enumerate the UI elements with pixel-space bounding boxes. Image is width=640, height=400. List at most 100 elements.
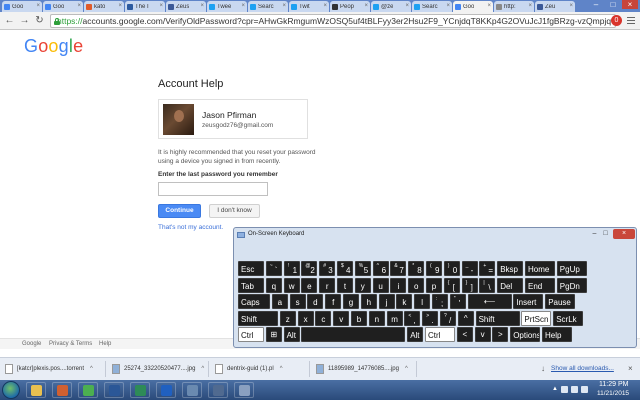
tab-close-icon[interactable]: × [200,3,204,9]
footer-link-privacy-terms[interactable]: Privacy & Terms [49,341,92,347]
tab-close-icon[interactable]: × [241,3,245,9]
osk-close-button[interactable]: × [613,229,635,239]
osk-key[interactable]: y [354,277,371,293]
continue-button[interactable]: Continue [158,204,201,218]
tab-close-icon[interactable]: × [528,3,532,9]
browser-tab[interactable]: Twit × [289,1,329,12]
explorer-icon[interactable] [26,382,46,398]
osk-key[interactable]: * 8 [408,261,425,276]
osk-key[interactable]: ? / [440,310,456,326]
osk-key[interactable]: >. [422,310,439,326]
osk-key[interactable]: End [525,277,555,293]
network-icon[interactable] [182,382,202,398]
osk-key[interactable]: ) 0 [443,261,460,276]
osk-key[interactable]: (9 [426,261,442,276]
reload-icon[interactable]: ↻ [34,15,45,26]
outlook-icon[interactable] [156,382,176,398]
browser-tab[interactable]: @ze × [371,1,411,12]
osk-key[interactable]: PgUp [556,261,587,276]
osk-key[interactable]: i [390,277,407,293]
osk-key[interactable]: b [351,310,367,326]
tab-close-icon[interactable]: × [487,3,491,9]
download-item[interactable]: [katcr]plexis.pos....torrent ^ [2,361,106,377]
osk-key[interactable]: v [333,310,350,326]
osk-key[interactable]: g [343,294,359,309]
osk-key[interactable]: t [337,277,353,293]
browser-tab[interactable]: kato × [84,1,124,12]
browser-tab[interactable]: Goo × [453,1,493,12]
tab-close-icon[interactable]: × [282,3,286,9]
computer-icon[interactable] [208,382,228,398]
osk-key[interactable]: $4 [337,261,353,276]
flag-icon[interactable] [561,386,568,393]
osk-key[interactable]: ⊞ [265,327,282,342]
osk-key[interactable]: > [492,327,509,342]
tab-close-icon[interactable]: × [159,3,163,9]
osk-key[interactable]: e [301,277,318,293]
tab-close-icon[interactable]: × [323,3,327,9]
address-bar[interactable]: https:// accounts.google.com/VerifyOldPa… [50,14,616,28]
osk-key[interactable]: f [325,294,342,309]
osk-key[interactable]: h [360,294,377,309]
forward-arrow-icon[interactable]: → [19,15,30,26]
password-input[interactable] [158,182,268,196]
close-icon[interactable]: × [628,364,633,373]
tray-expand-icon[interactable]: ▲ [552,386,558,392]
download-item[interactable]: 11895989_14776085....jpg ^ [313,361,417,377]
browser-tab[interactable]: Zeus × [166,1,206,12]
word-icon[interactable] [104,382,124,398]
osk-key[interactable]: l [414,294,431,309]
browser-tab[interactable]: Searc × [248,1,288,12]
chrome-icon[interactable] [78,382,98,398]
osk-key[interactable]: d [307,294,324,309]
osk-key[interactable]: :; [432,294,448,309]
osk-key[interactable]: k [396,294,413,309]
osk-key[interactable]: Alt [407,327,424,342]
chevron-up-icon[interactable]: ^ [201,366,204,372]
show-all-downloads-link[interactable]: Show all downloads... [551,365,614,372]
osk-key[interactable]: ^ [457,310,474,326]
tab-close-icon[interactable]: × [405,3,409,9]
osk-key[interactable]: Ctrl [425,327,455,342]
tab-close-icon[interactable]: × [364,3,368,9]
osk-key[interactable]: _ - [461,261,478,276]
osk-key[interactable] [301,327,406,342]
osk-key[interactable]: {[ [443,277,460,293]
osk-key[interactable]: a [271,294,288,309]
osk-key[interactable]: v [474,327,491,342]
browser-tab[interactable]: Goo × [43,1,83,12]
browser-tab[interactable]: Searc × [412,1,452,12]
chevron-up-icon[interactable]: ^ [405,366,408,372]
back-arrow-icon[interactable]: ← [4,15,15,26]
osk-key[interactable]: & 7 [390,261,407,276]
not-my-account-link[interactable]: That's not my account. [158,224,223,231]
footer-link-help[interactable]: Help [99,341,111,347]
download-item[interactable]: dentrix-guid (1).pl ^ [212,361,310,377]
osk-key[interactable]: <, [404,310,421,326]
chevron-up-icon[interactable]: ^ [90,366,93,372]
osk-key[interactable]: Ctrl [238,327,264,342]
osk-key[interactable]: Caps [238,294,270,309]
clock-date[interactable]: 11/21/2015 [597,390,629,397]
osk-key[interactable]: m [386,310,403,326]
osk-key[interactable]: ⟵ [467,294,512,309]
osk-key[interactable]: ~ ` [265,261,282,276]
osk-key[interactable]: Shift [475,310,520,326]
osk-key[interactable]: @2 [301,261,318,276]
start-button[interactable] [2,381,20,399]
osk-key[interactable]: p [426,277,442,293]
osk-key[interactable]: c [315,310,332,326]
volume-icon[interactable] [581,386,588,393]
osk-key[interactable]: ^ 6 [372,261,389,276]
window-minimize-button[interactable]: – [588,0,604,9]
keyboard-icon[interactable] [234,382,254,398]
osk-key[interactable]: Shift [238,310,278,326]
osk-key[interactable]: Options [510,327,541,342]
osk-key[interactable]: #3 [319,261,336,276]
osk-key[interactable]: q [265,277,282,293]
osk-key[interactable]: PgDn [556,277,587,293]
osk-key[interactable]: x [297,310,314,326]
media-icon[interactable] [52,382,72,398]
osk-key[interactable]: Help [542,327,572,342]
osk-key[interactable]: u [372,277,389,293]
